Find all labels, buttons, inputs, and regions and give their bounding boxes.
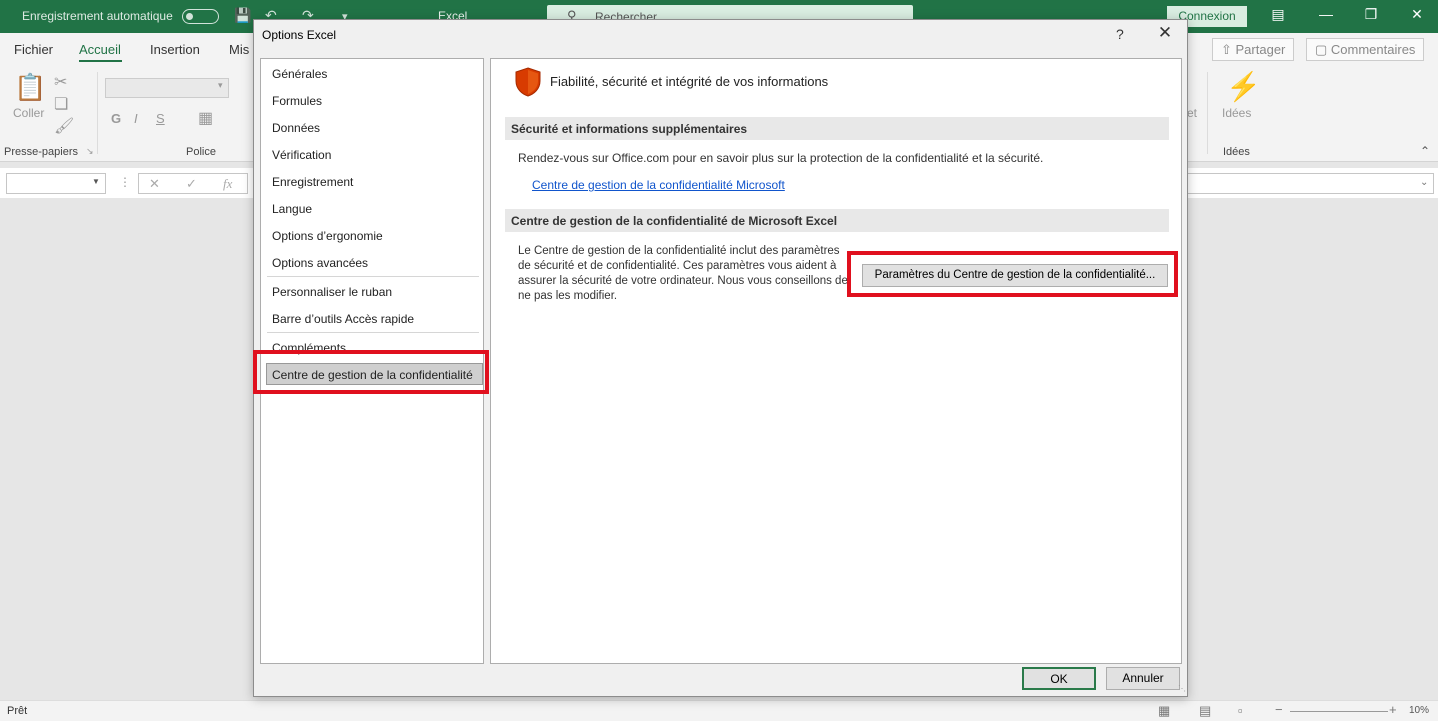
ideas-group-label: Idées (1223, 146, 1250, 158)
options-dialog: Options Excel ? ✕ Générales Formules Don… (253, 19, 1188, 697)
section-security-info-title: Sécurité et informations supplémentaires (505, 117, 1169, 140)
clipboard-launcher-icon[interactable]: ↘ (86, 146, 94, 157)
nav-item-proofing[interactable]: Vérification (272, 148, 331, 162)
status-bar: Prêt ▦ ▤ ▫ − + 10% (0, 700, 1438, 721)
nav-item-advanced[interactable]: Options avancées (272, 256, 368, 270)
group-separator (1207, 72, 1208, 154)
font-group-label: Police (186, 146, 216, 158)
clipboard-group-label: Presse-papiers (4, 146, 78, 158)
group-separator (97, 72, 98, 154)
tab-layout[interactable]: Mis (229, 42, 249, 57)
name-box-dropdown-icon[interactable]: ▼ (92, 177, 100, 186)
page-layout-view-icon[interactable]: ▤ (1199, 703, 1211, 719)
zoom-slider[interactable] (1290, 711, 1388, 712)
paste-label: Coller (13, 106, 45, 120)
options-nav: Générales Formules Données Vérification … (260, 58, 484, 664)
autosave-toggle[interactable] (182, 9, 219, 24)
section-excel-trust-center-title: Centre de gestion de la confidentialité … (505, 209, 1169, 232)
format-painter-icon[interactable]: 🖌 (54, 116, 74, 136)
security-info-text: Rendez-vous sur Office.com pour en savoi… (518, 151, 1044, 165)
paste-icon[interactable]: 📋 (14, 72, 46, 103)
more-icon: ⋮ (119, 175, 131, 189)
bold-button[interactable]: G (111, 111, 121, 126)
insert-function-button[interactable]: fx (223, 176, 232, 192)
collapse-ribbon-icon[interactable]: ⌃ (1420, 144, 1430, 158)
ok-button[interactable]: OK (1022, 667, 1096, 690)
help-button[interactable]: ? (1116, 26, 1124, 42)
content-header: Fiabilité, sécurité et intégrité de vos … (550, 74, 829, 89)
microsoft-trust-center-link[interactable]: Centre de gestion de la confidentialité … (532, 178, 785, 192)
dialog-title: Options Excel (262, 28, 337, 42)
formula-buttons: ✕ ✓ fx (138, 173, 248, 194)
ideas-label: Idées (1222, 106, 1252, 120)
cancel-button[interactable]: Annuler (1106, 667, 1180, 690)
comments-button[interactable]: ▢ Commentaires (1306, 38, 1425, 61)
trust-center-description: Le Centre de gestion de la confidentiali… (518, 245, 848, 302)
nav-item-customize-ribbon[interactable]: Personnaliser le ruban (272, 285, 392, 299)
zoom-level[interactable]: 10% (1409, 705, 1429, 716)
autosave-label: Enregistrement automatique (22, 9, 173, 23)
cancel-entry-icon[interactable]: ✕ (149, 176, 160, 192)
font-dropdown-icon[interactable]: ▾ (218, 80, 223, 91)
nav-item-data[interactable]: Données (272, 121, 320, 135)
cut-icon[interactable]: ✂ (54, 72, 67, 92)
italic-button[interactable]: I (134, 111, 138, 126)
tab-file[interactable]: Fichier (14, 42, 53, 57)
expand-formula-icon[interactable]: ⌄ (1420, 177, 1428, 188)
ribbon-display-options-icon[interactable]: ▤ (1268, 6, 1288, 23)
save-icon[interactable]: 💾 (234, 7, 251, 24)
options-content: Fiabilité, sécurité et intégrité de vos … (490, 58, 1182, 664)
comments-label: Commentaires (1330, 42, 1416, 57)
nav-item-save[interactable]: Enregistrement (272, 175, 353, 189)
nav-item-trust-center[interactable]: Centre de gestion de la confidentialité (272, 368, 473, 382)
trust-center-settings-button[interactable]: Paramètres du Centre de gestion de la co… (862, 264, 1168, 287)
active-tab-underline (79, 60, 122, 62)
nav-divider (267, 276, 479, 277)
tab-insert[interactable]: Insertion (150, 42, 200, 57)
nav-item-language[interactable]: Langue (272, 202, 312, 216)
ideas-icon[interactable]: ⚡ (1226, 70, 1261, 103)
nav-item-quick-access-toolbar[interactable]: Barre d’outils Accès rapide (272, 312, 414, 326)
share-button[interactable]: ⇧ Partager (1212, 38, 1295, 61)
close-icon[interactable]: ✕ (1156, 23, 1174, 43)
tab-home[interactable]: Accueil (79, 42, 121, 57)
page-break-view-icon[interactable]: ▫ (1238, 703, 1243, 718)
underline-button[interactable]: S (156, 111, 165, 126)
restore-icon[interactable]: ❐ (1361, 6, 1381, 23)
zoom-in-icon[interactable]: + (1389, 702, 1397, 717)
shield-icon (515, 67, 541, 97)
copy-icon[interactable]: ❏ (54, 94, 68, 114)
font-name-box[interactable] (105, 78, 229, 98)
resize-grip-icon[interactable]: ⋱ (1178, 684, 1186, 693)
confirm-entry-icon[interactable]: ✓ (186, 176, 197, 192)
nav-item-formulas[interactable]: Formules (272, 94, 322, 108)
nav-item-addins[interactable]: Compléments (272, 341, 346, 355)
nav-item-general[interactable]: Générales (272, 67, 327, 81)
borders-icon[interactable]: ▦ (198, 108, 213, 128)
nav-item-accessibility[interactable]: Options d’ergonomie (272, 229, 383, 243)
name-box[interactable] (6, 173, 106, 194)
zoom-out-icon[interactable]: − (1275, 702, 1283, 717)
nav-divider (267, 332, 479, 333)
minimize-icon[interactable]: — (1316, 6, 1336, 22)
close-window-icon[interactable]: ✕ (1407, 6, 1427, 23)
formula-input[interactable] (1187, 173, 1434, 194)
normal-view-icon[interactable]: ▦ (1158, 703, 1170, 719)
partial-group-label: et (1187, 106, 1198, 120)
status-ready: Prêt (7, 705, 28, 717)
share-label: Partager (1235, 42, 1286, 57)
